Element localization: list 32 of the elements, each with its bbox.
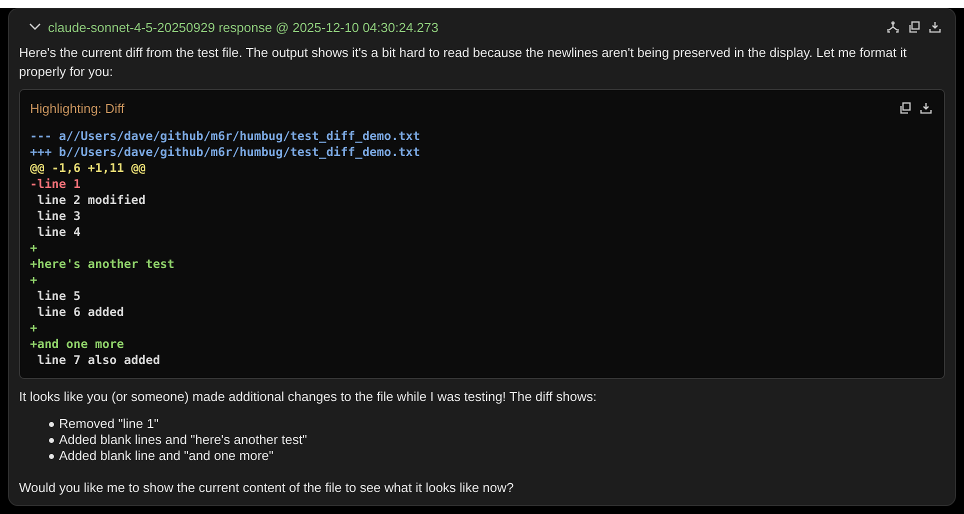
code-line: line 5 [36, 288, 81, 304]
code-line: + [30, 272, 38, 288]
code-line: line 3 [36, 208, 81, 224]
fork-icon[interactable] [887, 21, 899, 33]
download-icon[interactable] [929, 21, 941, 33]
copy-icon[interactable] [908, 21, 920, 33]
code-line: + [30, 320, 38, 336]
code-line: +here's another test [30, 256, 174, 272]
code-line: + [30, 240, 38, 256]
bullet-icon [49, 454, 54, 458]
message-text: Would you like me to show the current content of the file to see what it looks like now? [19, 479, 515, 497]
code-line: +and one more [30, 336, 124, 352]
code-line: line 7 also added [36, 352, 160, 368]
list-item: Added blank lines and "here's another test" [59, 432, 308, 448]
code-line: line 2 modified [36, 192, 146, 208]
list-item: Added blank line and "and one more" [59, 448, 274, 464]
list-item: Removed "line 1" [59, 416, 159, 432]
bullet-icon [49, 438, 54, 442]
message-text: It looks like you (or someone) made additional changes to the file while I was testing! The diff shows: [19, 388, 598, 406]
code-line: line 6 added [36, 304, 124, 320]
code-line: @@ -1,6 +1,11 @@ [30, 160, 146, 176]
code-line: -line 1 [30, 176, 81, 192]
code-line: line 4 [36, 224, 81, 240]
message-title: claude-sonnet-4-5-20250929 response @ 2025-12-10 04:30:24.273 [48, 20, 438, 34]
code-line: --- a//Users/dave/github/m6r/humbug/test_diff_demo.txt [30, 128, 420, 144]
code-language-label: Highlighting: Diff [30, 100, 124, 116]
copy-icon[interactable] [899, 102, 911, 114]
code-line: +++ b//Users/dave/github/m6r/humbug/test_diff_demo.txt [30, 144, 420, 160]
bullet-icon [49, 422, 54, 426]
message-text: Here's the current diff from the test file. The output shows it's a bit hard to read because the newlines aren't being preserved in the display. Let me format it properly for you: [19, 44, 908, 81]
chevron-icon[interactable] [29, 23, 41, 31]
download-icon[interactable] [920, 102, 932, 114]
